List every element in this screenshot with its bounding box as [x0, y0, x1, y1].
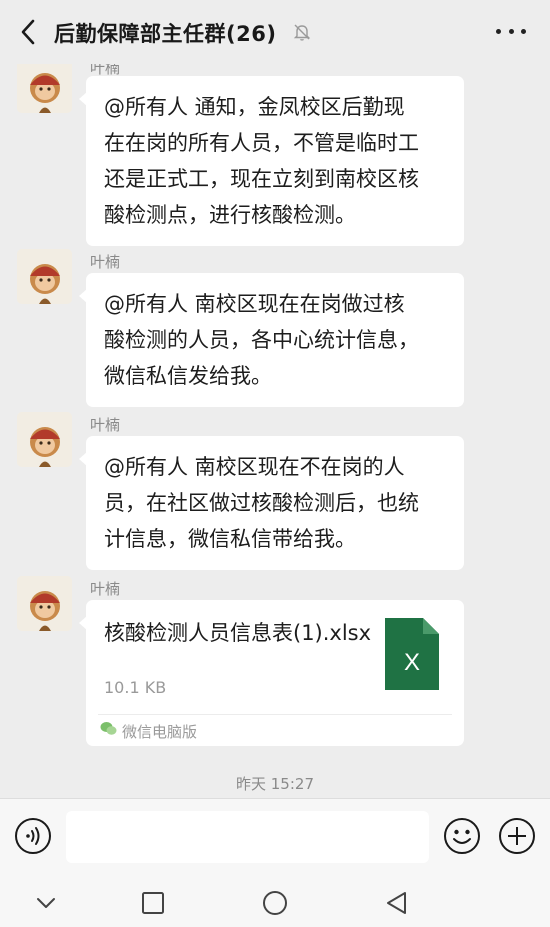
file-size: 10.1 KB — [104, 678, 167, 697]
avatar-image — [17, 64, 72, 113]
bell-off-icon — [293, 24, 311, 41]
chevron-down-icon[interactable] — [33, 890, 59, 916]
triangle-back-icon[interactable] — [384, 890, 410, 916]
avatar-image — [17, 576, 72, 631]
file-message-card[interactable]: 核酸检测人员信息表(1).xlsx 10.1 KB X 微信电脑版 — [79, 600, 464, 746]
message-line: 酸检测的人员，各中心统计信息， — [104, 328, 419, 352]
message-timestamp: 昨天 15:27 — [236, 775, 314, 793]
message-line: @所有人 通知，金凤校区后勤现 — [104, 95, 405, 119]
message-bubble[interactable]: @所有人 南校区现在在岗做过核 酸检测的人员，各中心统计信息， 微信私信发给我。 — [79, 273, 464, 407]
message-line: 酸检测点，进行核酸检测。 — [104, 203, 356, 227]
sender-name: 叶楠 — [90, 253, 121, 271]
message-line: 还是正式工，现在立刻到南校区核 — [104, 167, 419, 191]
more-dot — [496, 28, 501, 34]
excel-file-icon: X — [385, 618, 439, 690]
sender-name: 叶楠 — [90, 416, 121, 434]
avatar[interactable] — [17, 249, 72, 304]
avatar-image — [17, 412, 72, 467]
message-line: @所有人 南校区现在在岗做过核 — [104, 292, 405, 316]
wechat-icon — [100, 722, 117, 735]
file-source: 微信电脑版 — [122, 723, 198, 741]
chat-title: 后勤保障部主任群(26) — [54, 22, 277, 46]
file-name: 核酸检测人员信息表(1).xlsx — [104, 621, 372, 645]
message-bubble[interactable]: @所有人 通知，金凤校区后勤现 在在岗的所有人员，不管是临时工 还是正式工，现在… — [79, 76, 464, 246]
more-dot — [521, 28, 526, 34]
avatar[interactable] — [17, 64, 72, 113]
back-button[interactable] — [12, 14, 44, 50]
message-line: 员，在社区做过核酸检测后，也统 — [104, 491, 419, 515]
plus-circle-icon[interactable] — [498, 817, 536, 855]
divider — [98, 714, 452, 715]
message-line: 微信私信发给我。 — [104, 364, 272, 388]
avatar-image — [17, 249, 72, 304]
excel-icon-letter: X — [404, 649, 420, 676]
message-line: 在在岗的所有人员，不管是临时工 — [104, 131, 419, 155]
sender-name: 叶楠 — [90, 580, 121, 598]
message-bubble[interactable]: @所有人 南校区现在不在岗的人 员，在社区做过核酸检测后，也统 计信息，微信私信… — [79, 436, 464, 570]
circle-icon[interactable] — [262, 890, 288, 916]
more-dot — [508, 28, 514, 34]
avatar[interactable] — [17, 576, 72, 631]
voice-icon[interactable] — [14, 817, 52, 855]
avatar[interactable] — [17, 412, 72, 467]
input-bar — [0, 798, 550, 878]
message-line: @所有人 南校区现在不在岗的人 — [104, 455, 405, 479]
square-icon[interactable] — [140, 890, 166, 916]
message-line: 计信息，微信私信带给我。 — [104, 527, 356, 551]
chevron-left-icon — [21, 19, 35, 45]
emoji-icon[interactable] — [443, 817, 481, 855]
system-nav-bar — [0, 878, 550, 927]
message-input[interactable] — [66, 811, 429, 863]
chat-area[interactable]: 叶楠 @所有人 通知，金凤校区后勤现 在在岗的所有人员，不管是临时工 还是正式工… — [0, 64, 550, 798]
chat-header: 后勤保障部主任群(26) — [0, 0, 550, 64]
more-button[interactable] — [496, 26, 526, 36]
